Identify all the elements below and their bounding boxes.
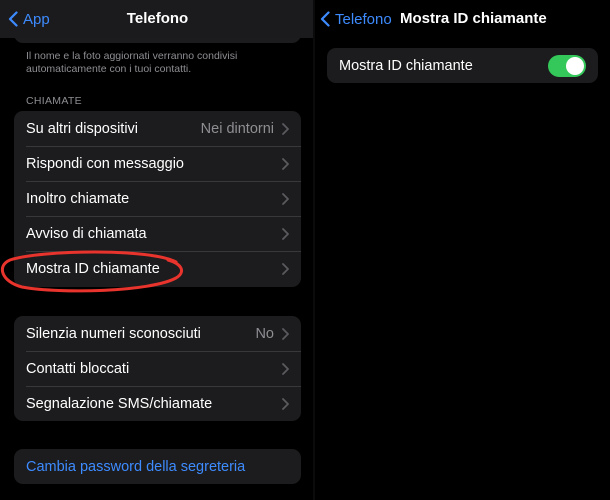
row-silenzia-numeri-sconosciuti[interactable]: Silenzia numeri sconosciuti No xyxy=(14,316,301,351)
row-label: Silenzia numeri sconosciuti xyxy=(26,325,201,342)
chevron-right-icon xyxy=(282,157,289,170)
page-title: Mostra ID chiamante xyxy=(400,10,547,27)
row-avviso-di-chiamata[interactable]: Avviso di chiamata xyxy=(14,216,301,251)
footer-note: Il nome e la foto aggiornati verranno co… xyxy=(26,50,238,75)
chevron-right-icon xyxy=(282,122,289,135)
calls-settings-group: Su altri dispositivi Nei dintorni Rispon… xyxy=(14,111,301,287)
navigation-bar: Telefono Mostra ID chiamante xyxy=(315,0,610,38)
chevron-right-icon xyxy=(282,362,289,375)
row-label: Su altri dispositivi xyxy=(26,120,139,137)
row-label: Rispondi con messaggio xyxy=(26,155,184,172)
chevron-right-icon xyxy=(282,262,289,275)
chevron-right-icon xyxy=(282,397,289,410)
link-label: Cambia password della segreteria xyxy=(26,458,246,475)
change-voicemail-password-link[interactable]: Cambia password della segreteria xyxy=(14,449,301,484)
caller-id-toggle[interactable] xyxy=(548,55,586,77)
row-mostra-id-chiamante[interactable]: Mostra ID chiamante xyxy=(14,251,301,286)
row-value: No xyxy=(255,325,274,342)
chevron-right-icon xyxy=(282,327,289,340)
back-button[interactable]: Telefono xyxy=(320,0,392,38)
toggle-knob xyxy=(566,57,584,75)
mostra-id-chiamante-panel: Telefono Mostra ID chiamante Mostra ID c… xyxy=(315,0,610,500)
row-inoltro-chiamate[interactable]: Inoltro chiamate xyxy=(14,181,301,216)
navigation-bar: App Telefono xyxy=(0,0,315,38)
caller-id-group: Mostra ID chiamante xyxy=(327,48,598,83)
row-label: Contatti bloccati xyxy=(26,360,130,377)
page-title: Telefono xyxy=(126,10,189,27)
chevron-right-icon xyxy=(282,192,289,205)
back-label: Telefono xyxy=(335,10,392,28)
row-value: Nei dintorni xyxy=(200,120,274,137)
chevron-right-icon xyxy=(282,227,289,240)
row-label: Segnalazione SMS/chiamate xyxy=(26,395,213,412)
row-rispondi-con-messaggio[interactable]: Rispondi con messaggio xyxy=(14,146,301,181)
row-segnalazione-sms-chiamate[interactable]: Segnalazione SMS/chiamate xyxy=(14,386,301,421)
telefono-settings-panel: App Telefono Il nome e la foto aggiornat… xyxy=(0,0,315,500)
row-label: Inoltro chiamate xyxy=(26,190,130,207)
blocking-settings-group: Silenzia numeri sconosciuti No Contatti … xyxy=(14,316,301,421)
row-label: Mostra ID chiamante xyxy=(26,260,160,277)
row-su-altri-dispositivi[interactable]: Su altri dispositivi Nei dintorni xyxy=(14,111,301,146)
row-label: Avviso di chiamata xyxy=(26,225,147,242)
section-header-chiamate: CHIAMATE xyxy=(26,95,82,107)
voicemail-group: Cambia password della segreteria xyxy=(14,449,301,484)
row-contatti-bloccati[interactable]: Contatti bloccati xyxy=(14,351,301,386)
chevron-left-icon xyxy=(320,11,330,27)
